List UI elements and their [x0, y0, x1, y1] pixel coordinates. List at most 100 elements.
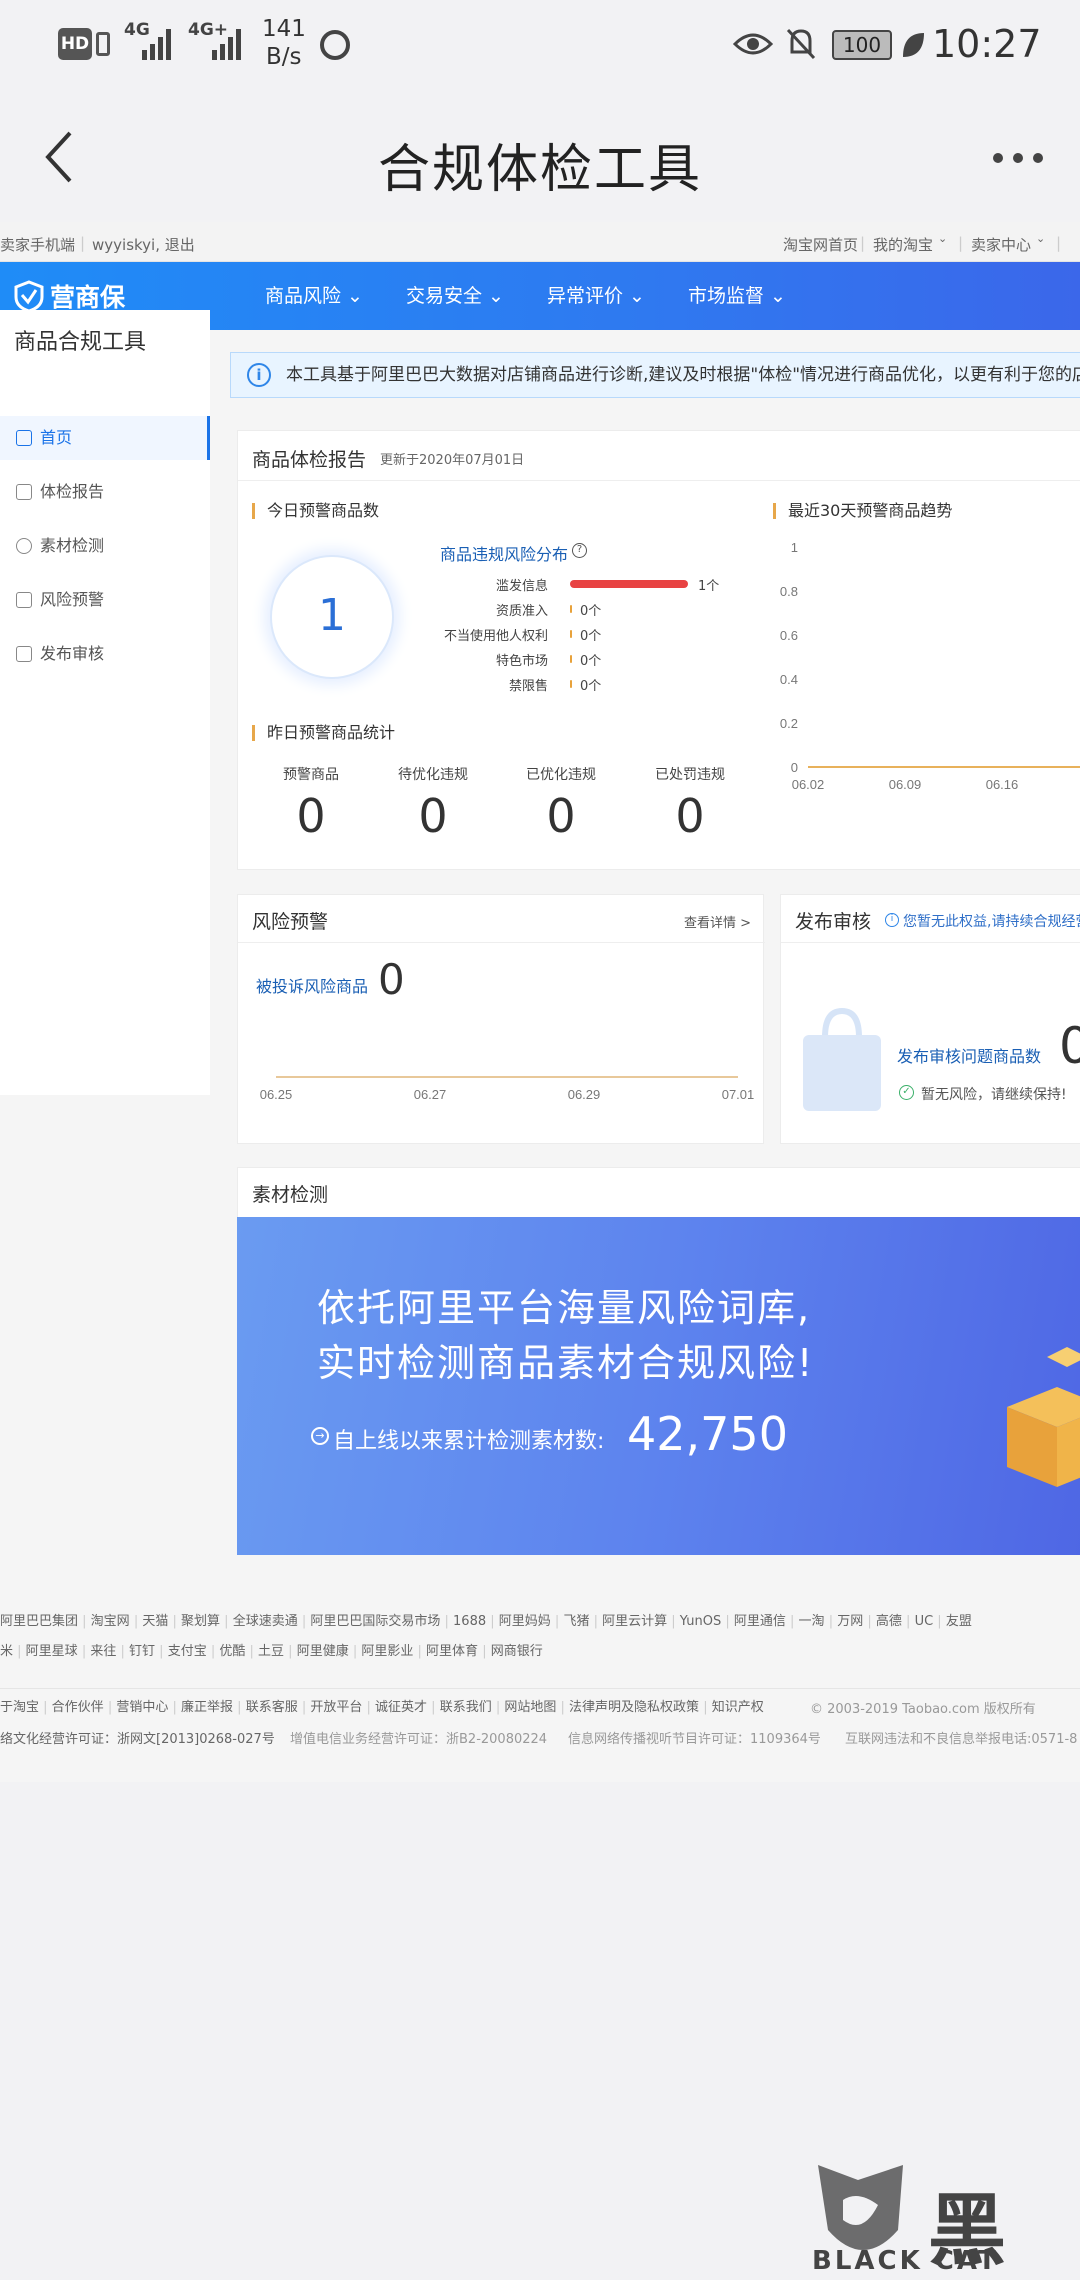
- info-icon: i: [885, 913, 899, 927]
- seller-center-link[interactable]: 卖家中心: [971, 234, 1031, 255]
- footer-link[interactable]: 支付宝: [168, 1644, 207, 1659]
- yesterday-stat-value: 0: [546, 789, 576, 843]
- footer-link[interactable]: 友盟: [946, 1614, 972, 1629]
- footer-link[interactable]: 联系我们: [440, 1700, 492, 1715]
- footer-link[interactable]: 淘宝网: [91, 1614, 130, 1629]
- footer-link[interactable]: 高德: [876, 1614, 902, 1629]
- footer-link[interactable]: UC: [915, 1614, 934, 1629]
- footer-link[interactable]: 飞猪: [563, 1614, 589, 1629]
- footer-link[interactable]: 天猫: [142, 1614, 168, 1629]
- footer-link[interactable]: 阿里影业: [361, 1644, 413, 1659]
- footer-links-row-1: 阿里巴巴集团 | 淘宝网 | 天猫 | 聚划算 | 全球速卖通 | 阿里巴巴国际…: [0, 1612, 1080, 1632]
- footer-link[interactable]: 一淘: [799, 1614, 825, 1629]
- more-options-icon[interactable]: [990, 150, 1046, 166]
- material-count: 42,750: [627, 1407, 788, 1461]
- footer-link[interactable]: 于淘宝: [0, 1700, 39, 1715]
- alarm-icon: [320, 30, 350, 60]
- nav-item-abnormal-review[interactable]: 异常评价 ⌄: [547, 262, 645, 330]
- taobao-home-link[interactable]: 淘宝网首页: [783, 234, 858, 255]
- risk-detail-link[interactable]: 查看详情 >: [684, 912, 751, 931]
- footer-link[interactable]: 联系客服: [246, 1700, 298, 1715]
- divider: |: [440, 1614, 454, 1629]
- dist-row-bar: [570, 630, 572, 638]
- divider: |: [362, 1700, 376, 1715]
- sidebar-item-material[interactable]: 素材检测: [0, 524, 210, 568]
- footer-link[interactable]: 网商银行: [491, 1644, 543, 1659]
- trend-y-tick: 1: [791, 540, 798, 555]
- footer-link[interactable]: 阿里巴巴集团: [0, 1614, 78, 1629]
- help-icon[interactable]: ?: [572, 543, 587, 558]
- divider: |: [901, 1614, 915, 1629]
- sidebar-item-report[interactable]: 体检报告: [0, 470, 210, 514]
- site-footer: 阿里巴巴集团 | 淘宝网 | 天猫 | 聚划算 | 全球速卖通 | 阿里巴巴国际…: [0, 1612, 1080, 1762]
- shopping-bag-icon: [803, 1007, 881, 1111]
- footer-link[interactable]: 全球速卖通: [233, 1614, 298, 1629]
- my-taobao-link[interactable]: 我的淘宝: [873, 234, 933, 255]
- report-updated: 更新于2020年07月01日: [380, 453, 525, 468]
- footer-link[interactable]: 合作伙伴: [52, 1700, 104, 1715]
- publish-title: 发布审核: [795, 911, 872, 933]
- footer-link[interactable]: 优酷: [219, 1644, 245, 1659]
- risk-card: 风险预警 查看详情 > 被投诉风险商品 0 06.25 06.27 06.29 07.…: [237, 894, 765, 1144]
- divider: |: [721, 1614, 734, 1629]
- sidebar-item-risk-warning[interactable]: 风险预警: [0, 578, 210, 622]
- footer-link[interactable]: 万网: [837, 1614, 863, 1629]
- material-banner[interactable]: 依托阿里平台海量风险词库, 实时检测商品素材合规风险! → 自上线以来累计检测素…: [237, 1217, 1080, 1555]
- dist-title[interactable]: 商品违规风险分布: [440, 541, 568, 565]
- footer-link[interactable]: 法律声明及隐私权政策: [569, 1700, 699, 1715]
- publish-card-header: 发布审核 i 您暂无此权益,请持续合规经营: [781, 895, 1080, 943]
- brand-logo[interactable]: 营商保: [50, 278, 125, 314]
- sidebar-item-publish-review[interactable]: 发布审核: [0, 632, 210, 676]
- footer-link[interactable]: 廉正举报: [181, 1700, 233, 1715]
- nav-item-product-risk[interactable]: 商品风险 ⌄: [265, 262, 363, 330]
- footer-link[interactable]: 1688: [453, 1614, 486, 1629]
- eye-icon: [733, 33, 773, 55]
- footer-link[interactable]: 钉钉: [129, 1644, 155, 1659]
- footer-link[interactable]: 营销中心: [116, 1700, 168, 1715]
- user-logout-link[interactable]: wyyiskyi, 退出: [92, 234, 195, 255]
- trend-x-tick: 06.09: [889, 777, 922, 792]
- publish-card: 发布审核 i 您暂无此权益,请持续合规经营 发布审核问题商品数 0 ✓ 暂无风险…: [780, 894, 1080, 1144]
- arrow-right-icon: →: [311, 1427, 329, 1445]
- footer-link[interactable]: 网站地图: [504, 1700, 556, 1715]
- footer-link[interactable]: 来往: [90, 1644, 116, 1659]
- nav-item-market-supervision[interactable]: 市场监督 ⌄: [688, 262, 786, 330]
- footer-link[interactable]: 聚划算: [181, 1614, 220, 1629]
- sidebar-item-home[interactable]: 首页: [0, 416, 210, 460]
- divider: |: [550, 1614, 564, 1629]
- footer-link[interactable]: 阿里巴巴国际交易市场: [310, 1614, 440, 1629]
- divider: |: [427, 1700, 440, 1715]
- footer-link[interactable]: 开放平台: [310, 1700, 362, 1715]
- footer-link[interactable]: 阿里云计算: [602, 1614, 667, 1629]
- divider: |: [486, 1614, 499, 1629]
- report-card: 商品体检报告 更新于2020年07月01日 今日预警商品数 1 商品违规风险分布…: [237, 430, 1080, 870]
- footer-link[interactable]: 诚征英才: [375, 1700, 427, 1715]
- footer-link[interactable]: 阿里体育: [426, 1644, 478, 1659]
- divider: |: [13, 1644, 26, 1659]
- footer-link[interactable]: 阿里通信: [734, 1614, 786, 1629]
- risk-count: 0: [378, 955, 405, 1004]
- footer-link[interactable]: 阿里妈妈: [499, 1614, 551, 1629]
- material-count-label: 自上线以来累计检测素材数:: [333, 1429, 605, 1454]
- divider: |: [168, 1700, 182, 1715]
- screen: HD 4G 4G+ 141 B/s 100 10:27 合规体检工具 卖家手机端…: [0, 0, 1080, 2280]
- footer-link[interactable]: 土豆: [258, 1644, 284, 1659]
- clock: 10:27: [932, 22, 1042, 66]
- publish-label[interactable]: 发布审核问题商品数: [897, 1043, 1041, 1067]
- footer-link[interactable]: 阿里健康: [297, 1644, 349, 1659]
- chart-icon: [16, 592, 32, 608]
- divider: |: [297, 1614, 311, 1629]
- trend-y-tick: 0.4: [780, 672, 798, 687]
- divider: |: [78, 1614, 91, 1629]
- footer-link[interactable]: YunOS: [680, 1614, 721, 1629]
- nav-item-trade-safety[interactable]: 交易安全 ⌄: [406, 262, 504, 330]
- dist-row-bar: [570, 605, 572, 613]
- license-4: 互联网违法和不良信息举报电话:0571-8: [845, 1732, 1078, 1747]
- seller-mobile-link[interactable]: 卖家手机端: [0, 234, 75, 255]
- risk-label[interactable]: 被投诉风险商品: [256, 973, 368, 997]
- footer-link[interactable]: 阿里星球: [26, 1644, 78, 1659]
- divider: |: [129, 1614, 143, 1629]
- footer-link[interactable]: 米: [0, 1644, 13, 1659]
- dist-row-label: 不当使用他人权利: [443, 629, 548, 644]
- footer-link[interactable]: 知识产权: [712, 1700, 764, 1715]
